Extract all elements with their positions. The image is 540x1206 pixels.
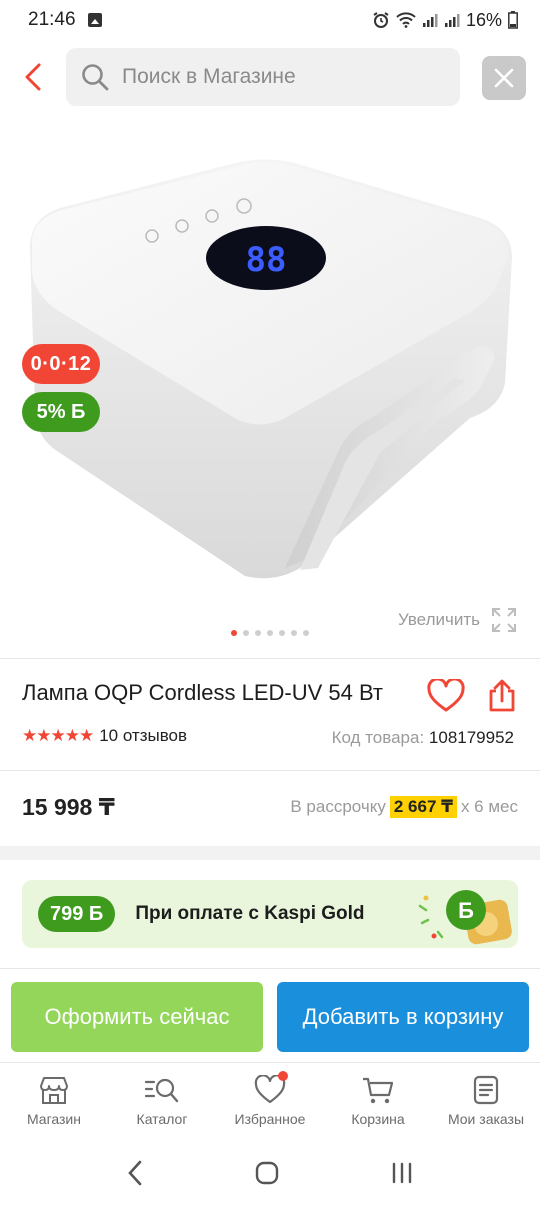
product-image-gallery[interactable]: 88 0·0·12 5% Б Увеличить	[0, 118, 540, 658]
gallery-dots	[0, 630, 540, 636]
nav-item-shop[interactable]: Магазин	[0, 1063, 108, 1140]
installment-badge: 0·0·12	[22, 344, 100, 384]
product-title: Лампа OQP Cordless LED-UV 54 Вт	[22, 680, 383, 705]
nav-label: Магазин	[26, 1111, 81, 1127]
nav-label: Мои заказы	[447, 1111, 525, 1127]
gallery-dot[interactable]	[303, 630, 309, 636]
search-placeholder: Поиск в Магазине	[122, 65, 296, 88]
gallery-dot[interactable]	[231, 630, 237, 636]
product-code-label: Код товара:	[331, 728, 425, 747]
alarm-icon	[373, 12, 389, 28]
svg-text:Б: Б	[458, 898, 474, 923]
battery-icon	[508, 11, 518, 29]
signal-icon-2	[444, 14, 460, 27]
status-time: 21:46	[28, 9, 76, 30]
kaspi-gold-text: При оплате с Kaspi Gold	[135, 903, 365, 924]
gallery-dot[interactable]	[279, 630, 285, 636]
orders-icon	[473, 1075, 499, 1105]
search-input[interactable]: Поиск в Магазине	[66, 48, 460, 106]
signal-icon-1	[422, 14, 438, 27]
star-rating-icon: ★★★★★	[22, 726, 94, 745]
cart-icon	[363, 1077, 394, 1104]
gallery-dot[interactable]	[291, 630, 297, 636]
battery-percent: 16%	[465, 9, 502, 30]
system-home-icon[interactable]	[254, 1160, 280, 1186]
add-to-cart-button[interactable]: Добавить в корзину	[277, 982, 529, 1052]
divider	[0, 968, 540, 969]
gallery-dot[interactable]	[243, 630, 249, 636]
installment-prefix: В рассрочку	[290, 797, 386, 816]
svg-text:88: 88	[246, 240, 287, 280]
system-back-icon[interactable]	[125, 1159, 145, 1187]
product-code-value: 108179952	[428, 728, 514, 747]
installment-info[interactable]: В рассрочку 2 667 ₸ х 6 мес	[290, 796, 518, 818]
section-separator	[0, 846, 540, 860]
nav-item-favorites[interactable]: Избранное	[216, 1063, 324, 1140]
divider	[0, 770, 540, 771]
system-recents-icon[interactable]	[389, 1160, 415, 1186]
gallery-dot[interactable]	[267, 630, 273, 636]
divider	[0, 658, 540, 659]
system-navigation-bar	[0, 1140, 540, 1206]
search-header: Поиск в Магазине	[0, 46, 540, 108]
search-icon	[82, 64, 109, 91]
shop-icon	[40, 1077, 68, 1104]
product-photo: 88	[30, 159, 512, 579]
share-button[interactable]	[480, 674, 524, 718]
nav-label: Избранное	[234, 1111, 306, 1127]
rating[interactable]: ★★★★★ 10 отзывов	[22, 726, 187, 746]
catalog-search-icon	[144, 1078, 179, 1103]
wifi-icon	[396, 12, 416, 28]
kaspi-gold-banner[interactable]: 799 Б При оплате с Kaspi Gold Б	[22, 880, 518, 948]
back-button[interactable]	[0, 47, 66, 107]
gallery-notification-icon	[87, 13, 102, 27]
share-icon	[489, 679, 515, 712]
nav-label: Корзина	[351, 1111, 405, 1127]
notification-dot	[278, 1071, 288, 1081]
nav-item-orders[interactable]: Мои заказы	[432, 1063, 540, 1140]
checkout-now-button[interactable]: Оформить сейчас	[11, 982, 263, 1052]
bottom-navigation: Магазин Каталог Избранное Корзина Мои за…	[0, 1062, 540, 1140]
bonus-badge: 5% Б	[22, 392, 100, 432]
favorite-button[interactable]	[424, 674, 468, 718]
kaspi-gold-bonus: 799 Б	[38, 896, 116, 932]
enlarge-label: Увеличить	[398, 610, 480, 629]
clear-search-button[interactable]	[482, 56, 526, 100]
product-code: Код товара: 108179952	[332, 728, 514, 748]
product-price: 15 998 ₸	[22, 794, 115, 820]
nav-label: Каталог	[136, 1111, 188, 1127]
gallery-dot[interactable]	[255, 630, 261, 636]
installment-amount: 2 667 ₸	[389, 796, 457, 818]
nav-item-catalog[interactable]: Каталог	[108, 1063, 216, 1140]
chevron-left-icon	[25, 63, 41, 91]
status-bar: 21:46 16%	[0, 0, 540, 40]
close-icon	[494, 68, 514, 88]
reviews-link[interactable]: 10 отзывов	[99, 726, 187, 746]
kaspi-gold-illustration-icon: Б	[418, 890, 512, 945]
installment-suffix: х 6 мес	[460, 797, 518, 816]
heart-icon	[427, 679, 465, 712]
nav-item-cart[interactable]: Корзина	[324, 1063, 432, 1140]
